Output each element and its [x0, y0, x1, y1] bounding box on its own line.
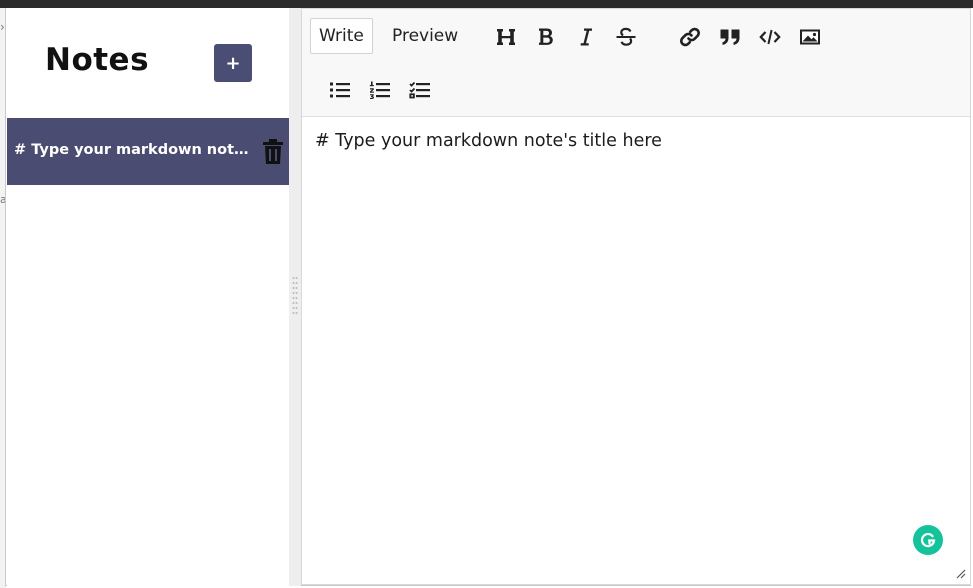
sidebar-header: Notes +: [7, 8, 289, 118]
strikethrough-icon: [616, 27, 636, 46]
resize-gutter[interactable]: [289, 8, 301, 586]
unordered-list-button[interactable]: [326, 76, 354, 104]
quote-button[interactable]: [716, 23, 744, 51]
heading-icon: [497, 29, 515, 45]
add-note-button[interactable]: +: [214, 44, 252, 82]
editor-toolbar: Write Preview: [302, 9, 970, 117]
note-list-item[interactable]: # Type your markdown note's title here: [7, 118, 289, 185]
note-item-title: # Type your markdown note's title here: [14, 142, 257, 158]
sidebar: Notes + # Type your markdown note's titl…: [7, 8, 289, 586]
grip-handle-icon[interactable]: [292, 276, 298, 316]
checklist-button[interactable]: [406, 76, 434, 104]
image-icon: [800, 29, 820, 45]
grammarly-button[interactable]: [913, 525, 943, 555]
italic-button[interactable]: [572, 23, 600, 51]
bold-icon: [539, 28, 553, 45]
unordered-list-icon: [330, 82, 350, 98]
window-top-bar: [0, 0, 973, 8]
link-button[interactable]: [676, 23, 704, 51]
heading-button[interactable]: [492, 23, 520, 51]
notes-app: Notes + # Type your markdown note's titl…: [5, 8, 971, 586]
markdown-editor: Write Preview # Type your markdown note'…: [301, 8, 971, 585]
link-icon: [680, 27, 700, 47]
tab-write[interactable]: Write: [310, 18, 373, 54]
image-button[interactable]: [796, 23, 824, 51]
resize-handle-icon[interactable]: [954, 567, 966, 579]
ordered-list-button[interactable]: [366, 76, 394, 104]
checklist-icon: [409, 81, 430, 99]
sidebar-title: Notes: [45, 42, 150, 78]
bold-button[interactable]: [532, 23, 560, 51]
editor-textarea[interactable]: # Type your markdown note's title here: [315, 131, 662, 151]
grammarly-icon: [920, 533, 936, 548]
tab-preview[interactable]: Preview: [384, 18, 466, 54]
code-button[interactable]: [756, 23, 784, 51]
strikethrough-button[interactable]: [612, 23, 640, 51]
italic-icon: [580, 28, 592, 46]
ordered-list-icon: [369, 81, 390, 99]
quote-icon: [720, 29, 740, 45]
trash-icon[interactable]: [262, 139, 284, 165]
code-icon: [759, 29, 781, 45]
